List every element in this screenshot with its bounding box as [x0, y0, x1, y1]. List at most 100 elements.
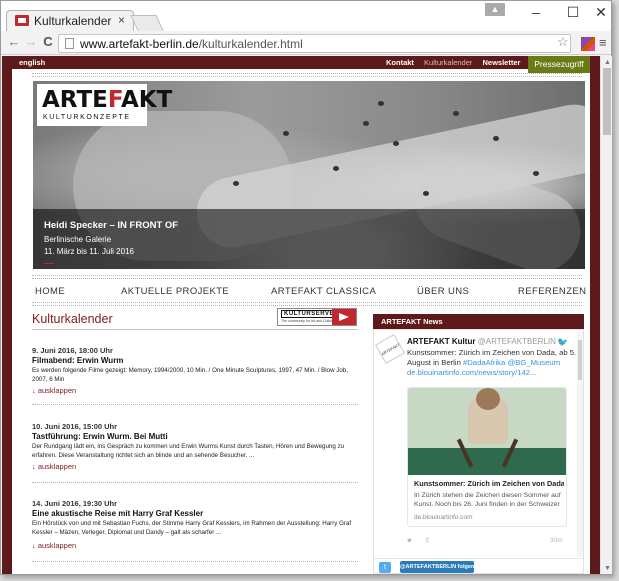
event-description: Es werden folgende Filme gezeigt: Memory…: [32, 367, 348, 383]
maximize-button[interactable]: ☐: [558, 4, 588, 21]
event-date: 10. Juni 2016, 15:00 Uhr: [32, 422, 118, 431]
tweet-mention[interactable]: @BG_Museum: [507, 358, 560, 367]
scroll-up-arrow-icon[interactable]: ▲: [604, 59, 611, 66]
tweet-avatar[interactable]: ARTEFAKT: [374, 333, 406, 365]
ink-spot: [233, 181, 239, 186]
top-bar: english Kontakt Kulturkalender Newslette…: [12, 56, 590, 73]
tweet-author[interactable]: ARTEFAKT Kultur @ARTEFAKTBERLIN: [407, 337, 556, 346]
heading-rule: [32, 329, 358, 330]
nav-artefakt-classica[interactable]: ARTEFAKT CLASSICA: [271, 286, 376, 297]
ink-spot: [378, 101, 384, 106]
ink-spot: [333, 166, 339, 171]
event-description: Der Rundgang lädt ein, ins Gespräch zu k…: [32, 443, 345, 459]
tweet-hashtag[interactable]: #DadaAfrika: [463, 358, 505, 367]
tweet-actions: ♥ ⇪: [407, 536, 441, 545]
tweet-text: Kunstsommer: Zürich im Zeichen von Dada,…: [407, 348, 577, 377]
twitter-bird-icon[interactable]: 🐦: [557, 337, 568, 348]
tweet-link[interactable]: de.blouinartinfo.com/news/story/142...: [407, 368, 536, 377]
nav-aktuelle-projekte[interactable]: AKTUELLE PROJEKTE: [121, 286, 229, 297]
expand-link[interactable]: ↓ ausklappen: [32, 386, 76, 395]
follow-button[interactable]: @ARTEFAKTBERLIN folgen: [400, 561, 474, 573]
extension-icon[interactable]: [581, 37, 595, 51]
share-icon[interactable]: ⇪: [424, 536, 431, 545]
hero-caption: Heidi Specker – IN FRONT OF Berlinische …: [33, 209, 585, 269]
top-link-newsletter[interactable]: Newsletter: [482, 58, 520, 67]
event-divider: [32, 561, 358, 562]
tweet-card[interactable]: Kunstsommer: Zürich im Zeichen von Dada …: [407, 387, 567, 527]
menu-icon[interactable]: ≡: [599, 35, 607, 50]
browser-toolbar: ← → C www.artefakt-berlin.de/kulturkalen…: [1, 31, 611, 55]
page-viewport: english Kontakt Kulturkalender Newslette…: [2, 56, 600, 574]
tweet-card-image: [408, 388, 566, 475]
event-description: Ein Hörstück von und mit Sebastian Fuchs…: [32, 520, 352, 536]
close-window-button[interactable]: ✕: [586, 4, 616, 21]
logo-wordmark: ARTEFAKT: [42, 87, 173, 113]
scroll-thumb[interactable]: [603, 68, 611, 135]
expand-link[interactable]: ↓ ausklappen: [32, 462, 76, 471]
profile-icon[interactable]: ▲: [485, 3, 505, 16]
kulturserver-badge[interactable]: KULTURSERVER The community for Art and C…: [277, 308, 357, 326]
event-date: 14. Juni 2016, 19:30 Uhr: [32, 499, 118, 508]
ink-spot: [453, 111, 459, 116]
page-icon: [65, 38, 74, 49]
like-heart-icon[interactable]: ♥: [407, 536, 412, 545]
event-title[interactable]: Eine akustische Reise mit Harry Graf Kes…: [32, 509, 203, 518]
kulturkalender-heading: Kulturkalender: [32, 312, 113, 326]
tweet-author-name: ARTEFAKT Kultur: [407, 337, 476, 346]
hero-title[interactable]: Heidi Specker – IN FRONT OF: [44, 220, 178, 231]
timeline-scrollbar[interactable]: [577, 332, 583, 557]
main-navigation: HOME AKTUELLE PROJEKTE ARTEFAKT CLASSICA…: [32, 281, 586, 303]
back-arrow-icon[interactable]: ←: [6, 34, 22, 49]
hero-accent-line: [44, 263, 54, 264]
event-item: 9. Juni 2016, 18:00 Uhr Filmabend: Erwin…: [32, 346, 358, 416]
divider: [32, 302, 582, 303]
nav-home[interactable]: HOME: [35, 286, 65, 297]
tweet-author-handle: @ARTEFAKTBERLIN: [477, 337, 556, 346]
expand-link[interactable]: ↓ ausklappen: [32, 541, 76, 550]
tweet-card-description: In Zürich stehen die Zeichen diesen Somm…: [414, 492, 561, 508]
hero-banner[interactable]: ARTEFAKT KULTURKONZEPTE Heidi Specker – …: [33, 81, 585, 269]
artefakt-logo[interactable]: ARTEFAKT KULTURKONZEPTE: [37, 84, 172, 126]
artefakt-favicon-icon: [15, 15, 29, 26]
divider: [32, 73, 582, 74]
news-header: ARTEFAKT News: [373, 314, 584, 329]
nav-ueber-uns[interactable]: ÜBER UNS: [417, 286, 469, 297]
url-text: www.artefakt-berlin.de/kulturkalender.ht…: [80, 37, 303, 51]
minimize-button[interactable]: –: [521, 4, 551, 20]
forward-arrow-icon[interactable]: →: [23, 34, 39, 49]
language-link[interactable]: english: [19, 58, 45, 67]
browser-tab[interactable]: Kulturkalender ×: [6, 10, 134, 32]
twitter-timeline: ARTEFAKT ARTEFAKT Kultur @ARTEFAKTBERLIN…: [373, 329, 584, 574]
ink-spot: [393, 141, 399, 146]
hero-venue: Berlinische Galerie: [44, 235, 112, 244]
press-access-button[interactable]: Pressezugriff: [528, 56, 590, 73]
ink-spot: [493, 136, 499, 141]
card-image-shape: [408, 448, 566, 475]
new-tab-button[interactable]: [130, 15, 164, 31]
ink-spot: [423, 191, 429, 196]
event-title[interactable]: Filmabend: Erwin Wurm: [32, 356, 123, 365]
bookmark-star-icon[interactable]: ☆: [557, 34, 569, 50]
page-scrollbar[interactable]: ▲ ▼: [600, 56, 612, 574]
timeline-scroll-thumb[interactable]: [578, 340, 582, 380]
scroll-down-arrow-icon[interactable]: ▼: [604, 565, 611, 572]
event-date: 9. Juni 2016, 18:00 Uhr: [32, 346, 113, 355]
event-title[interactable]: Tastführung: Erwin Wurm. Bei Mutti: [32, 432, 168, 441]
tab-strip: Kulturkalender × ▲ – ☐ ✕: [1, 1, 611, 32]
tweet-card-title: Kunstsommer: Zürich im Zeichen von Dada …: [414, 479, 564, 488]
address-bar[interactable]: www.artefakt-berlin.de/kulturkalender.ht…: [58, 34, 571, 53]
top-link-kulturkalender[interactable]: Kulturkalender: [424, 58, 472, 67]
twitter-logo-icon[interactable]: t: [379, 562, 391, 573]
url-path: /kulturkalender.html: [198, 37, 303, 51]
top-link-kontakt[interactable]: Kontakt: [386, 58, 414, 67]
divider: [32, 76, 582, 77]
ink-spot: [363, 121, 369, 126]
event-item: 10. Juni 2016, 15:00 Uhr Tastführung: Er…: [32, 422, 358, 494]
ink-spot: [283, 131, 289, 136]
divider: [32, 275, 582, 276]
nav-referenzen[interactable]: REFERENZEN: [518, 286, 586, 297]
tweet-time[interactable]: 30m: [550, 537, 563, 544]
reload-icon[interactable]: C: [40, 34, 56, 49]
timeline-footer: t @ARTEFAKTBERLIN folgen: [374, 558, 583, 573]
tab-close-icon[interactable]: ×: [118, 13, 125, 27]
